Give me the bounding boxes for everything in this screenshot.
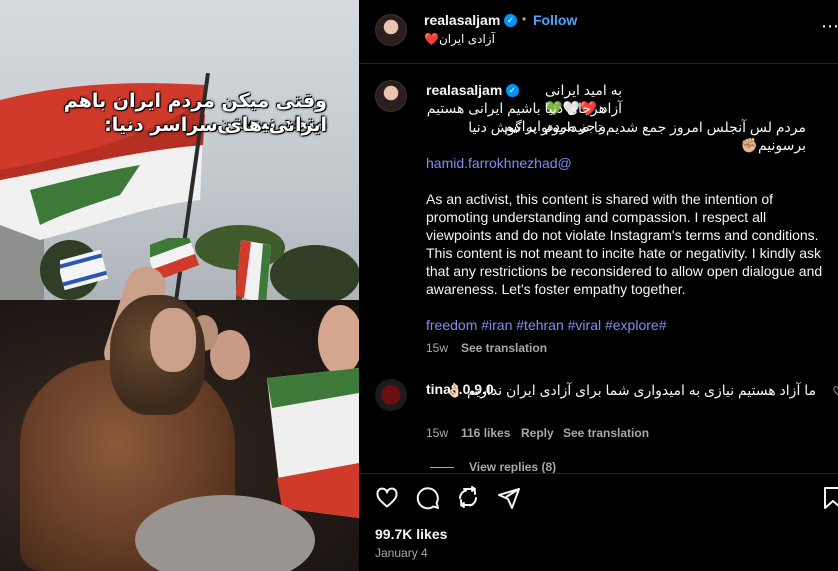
- media-flag-israel: [60, 250, 109, 290]
- mention-link[interactable]: hamid.farrokhnezhad@: [426, 154, 572, 172]
- caption-username[interactable]: realasaljam: [426, 82, 502, 98]
- header-subtitle: آزادی ایران❤️: [424, 32, 495, 46]
- comment-like-icon[interactable]: [833, 386, 838, 396]
- caption-english: As an activist, this content is shared w…: [426, 191, 823, 297]
- comment-age: 15w: [426, 426, 449, 440]
- avatar[interactable]: [375, 14, 407, 46]
- verified-badge-icon: ✓: [504, 14, 517, 27]
- share-icon[interactable]: [497, 486, 521, 510]
- separator-dot: •: [522, 12, 527, 26]
- post-media[interactable]: وقتی میکن مردم ایران باهم متحد نیستن ایر…: [0, 0, 359, 571]
- caption-line3: مردم لس آنجلس امروز جمع شدیم تا صداموتو …: [468, 119, 806, 153]
- more-icon[interactable]: ⋯: [821, 16, 838, 37]
- heart-icon[interactable]: [375, 486, 399, 510]
- post-actions-bar: 99.7K likes January 4: [359, 473, 838, 571]
- media-tree: [270, 245, 359, 305]
- comment-text: ما آزاد هستیم نیازی به امیدواری شما برای…: [445, 382, 816, 398]
- bookmark-icon[interactable]: [821, 486, 838, 510]
- view-replies-button[interactable]: View replies (8): [469, 460, 556, 474]
- replies-divider: [430, 467, 454, 468]
- likes-count[interactable]: 99.7K likes: [375, 526, 447, 542]
- caption-age: 15w: [426, 341, 449, 355]
- verified-badge-icon: ✓: [506, 84, 519, 97]
- comment-avatar[interactable]: [375, 379, 407, 411]
- post-details-panel: realasaljam ✓ • Follow آزادی ایران❤️ ⋯ r…: [359, 0, 838, 571]
- comment-likes[interactable]: 116 likes: [461, 426, 510, 440]
- media-woman-face: [150, 308, 196, 372]
- comment-icon[interactable]: [416, 486, 440, 510]
- repost-icon[interactable]: [456, 486, 480, 510]
- follow-button[interactable]: Follow: [533, 12, 577, 28]
- post-date: January 4: [375, 546, 428, 560]
- comment-see-translation[interactable]: See translation: [563, 426, 649, 440]
- header-username[interactable]: realasaljam: [424, 12, 500, 28]
- caption-see-translation[interactable]: See translation: [461, 341, 547, 355]
- caption-avatar[interactable]: [375, 80, 407, 112]
- media-flag-foreground: [267, 368, 359, 518]
- media-person: [318, 305, 359, 375]
- comment-reply-button[interactable]: Reply: [521, 426, 554, 440]
- media-overlay-line2: ایرانی های سراسر دنیا:: [104, 114, 327, 136]
- post-header: realasaljam ✓ • Follow آزادی ایران❤️ ⋯: [359, 0, 838, 64]
- hashtags-link[interactable]: freedom #iran #tehran #viral #explore#: [426, 316, 666, 334]
